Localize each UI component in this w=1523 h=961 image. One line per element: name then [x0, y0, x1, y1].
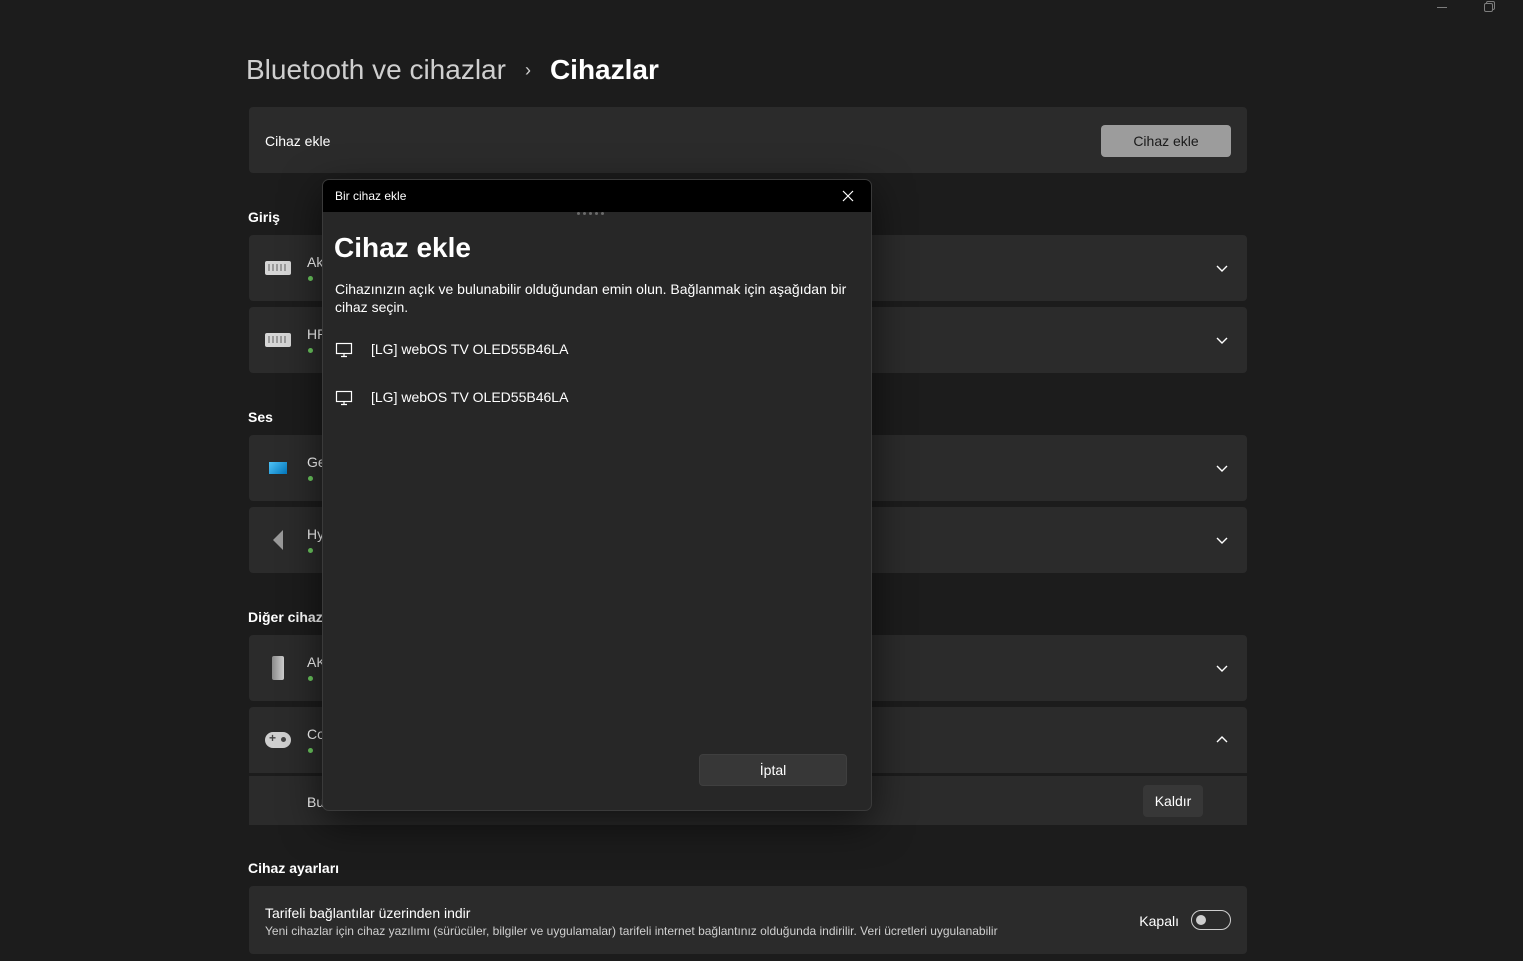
gamepad-icon — [265, 727, 291, 753]
page-title: Cihazlar — [549, 54, 659, 85]
section-title-device-settings: Cihaz ayarları — [248, 860, 340, 876]
loading-dots-indicator — [577, 212, 604, 215]
window-maximize-button[interactable] — [1465, 0, 1511, 24]
connected-status-dot — [308, 748, 313, 753]
maximize-icon — [1483, 2, 1493, 12]
device-name: Ak — [307, 254, 324, 270]
connected-status-dot — [308, 276, 313, 281]
metered-download-title: Tarifeli bağlantılar üzerinden indir — [265, 905, 471, 921]
dialog-window-title: Bir cihaz ekle — [335, 189, 407, 203]
chevron-down-icon[interactable] — [1215, 661, 1229, 675]
remove-device-button[interactable]: Kaldır — [1143, 785, 1203, 817]
monitor-icon — [265, 455, 291, 481]
add-device-button[interactable]: Cihaz ekle — [1101, 125, 1231, 157]
section-title-input: Giriş — [248, 209, 280, 225]
dialog-heading: Cihaz ekle — [334, 232, 471, 263]
window-minimize-button[interactable] — [1419, 0, 1465, 24]
toggle-state-label: Kapalı — [1139, 913, 1179, 929]
keyboard-icon — [265, 327, 291, 353]
add-device-card: Cihaz ekle Cihaz ekle — [249, 107, 1247, 173]
connected-status-dot — [308, 548, 313, 553]
chevron-down-icon[interactable] — [1215, 333, 1229, 347]
discovered-device-name: [LG] webOS TV OLED55B46LA — [371, 341, 569, 357]
connected-status-dot — [308, 676, 313, 681]
breadcrumb: Bluetooth ve cihazlar › Cihazlar — [246, 50, 659, 90]
metered-download-toggle[interactable] — [1191, 910, 1231, 930]
discovered-device-item[interactable]: [LG] webOS TV OLED55B46LA — [323, 328, 871, 372]
discovered-device-name: [LG] webOS TV OLED55B46LA — [371, 389, 569, 405]
dialog-description: Cihazınızın açık ve bulunabilir olduğund… — [335, 281, 847, 315]
metered-download-description: Yeni cihazlar için cihaz yazılımı (sürüc… — [265, 924, 998, 938]
metered-download-card: Tarifeli bağlantılar üzerinden indir Yen… — [249, 886, 1247, 954]
chevron-down-icon[interactable] — [1215, 261, 1229, 275]
close-icon — [842, 190, 854, 202]
connected-status-dot — [308, 476, 313, 481]
add-device-label: Cihaz ekle — [265, 133, 331, 149]
display-icon — [335, 342, 353, 358]
cancel-button[interactable]: İptal — [699, 754, 847, 786]
breadcrumb-chevron-icon: › — [524, 59, 531, 80]
add-device-dialog: Bir cihaz ekle Cihaz ekle Cihazınızın aç… — [322, 179, 872, 811]
section-title-other: Diğer cihazl — [248, 609, 327, 625]
display-icon — [335, 390, 353, 406]
chevron-up-icon[interactable] — [1215, 733, 1229, 747]
pc-tower-icon — [265, 655, 291, 681]
section-title-audio: Ses — [248, 409, 273, 425]
speaker-icon — [265, 527, 291, 553]
chevron-down-icon[interactable] — [1215, 461, 1229, 475]
breadcrumb-parent-link[interactable]: Bluetooth ve cihazlar — [246, 54, 506, 86]
minimize-icon — [1437, 6, 1447, 8]
close-button[interactable] — [825, 180, 871, 212]
connected-status-dot — [308, 348, 313, 353]
dialog-titlebar: Bir cihaz ekle — [323, 180, 871, 212]
discovered-device-item[interactable]: [LG] webOS TV OLED55B46LA — [323, 376, 871, 420]
keyboard-icon — [265, 255, 291, 281]
chevron-down-icon[interactable] — [1215, 533, 1229, 547]
